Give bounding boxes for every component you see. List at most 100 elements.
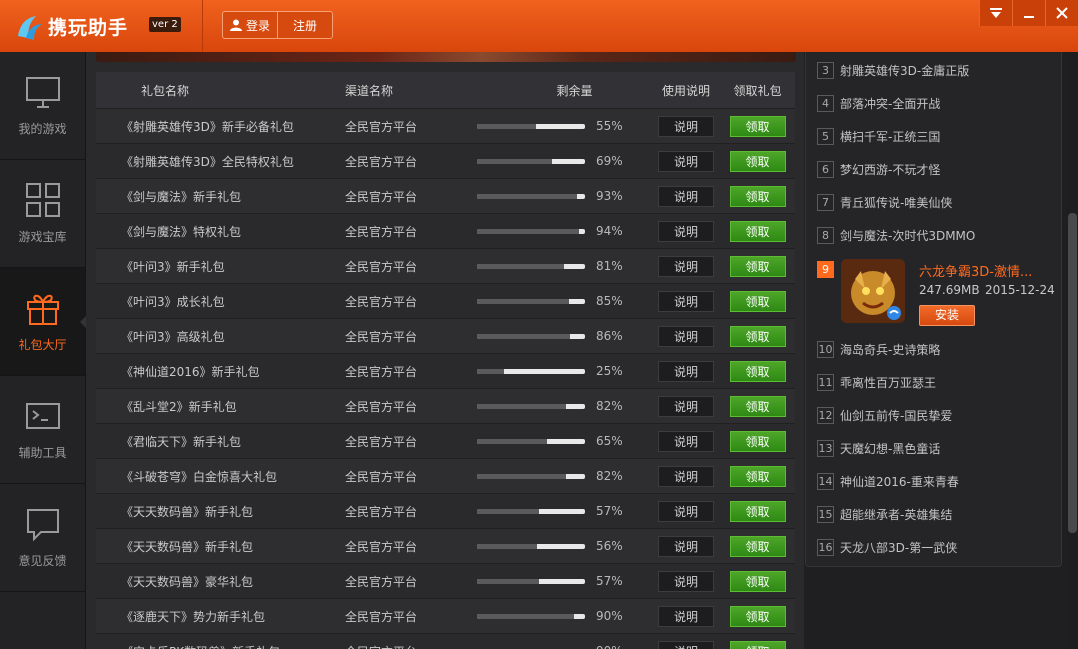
scrollbar-thumb[interactable]: [1068, 213, 1077, 533]
user-icon: [229, 19, 242, 31]
rank-list-item[interactable]: 7 青丘狐传说-唯美仙侠: [817, 194, 952, 211]
remaining-percent: 82%: [596, 469, 623, 483]
claim-button[interactable]: 领取: [729, 115, 786, 137]
game-thumbnail-icon[interactable]: [841, 259, 905, 323]
remaining-percent: 90%: [596, 644, 623, 649]
remaining-percent: 56%: [596, 539, 623, 553]
channel-name: 全民官方平台: [345, 539, 418, 554]
remaining-progress-bar: [477, 508, 585, 514]
instructions-button[interactable]: 说明: [658, 570, 714, 592]
table-row: 《宝卡乐PK数码兽》新手礼包全民官方平台 90% 说明 领取: [96, 633, 795, 649]
remaining-progress-bar: [477, 263, 585, 269]
remaining-progress-fill: [477, 613, 575, 619]
claim-button[interactable]: 领取: [729, 290, 786, 312]
remaining-percent: 65%: [596, 434, 623, 448]
menu-dropdown-button[interactable]: [979, 0, 1012, 26]
remaining-progress-fill: [477, 228, 579, 234]
claim-button[interactable]: 领取: [729, 220, 786, 242]
install-button[interactable]: 安装: [919, 305, 975, 326]
instructions-button[interactable]: 说明: [658, 605, 714, 627]
claim-button[interactable]: 领取: [729, 395, 786, 417]
remaining-cell: 65%: [467, 434, 652, 448]
instructions-button[interactable]: 说明: [658, 535, 714, 557]
login-button[interactable]: 登录: [223, 12, 277, 38]
remaining-percent: 25%: [596, 364, 623, 378]
rank-list-item[interactable]: 5 横扫千军-正统三国: [817, 128, 940, 145]
claim-button[interactable]: 领取: [729, 430, 786, 452]
claim-button[interactable]: 领取: [729, 640, 786, 649]
instructions-button[interactable]: 说明: [658, 220, 714, 242]
instructions-button[interactable]: 说明: [658, 360, 714, 382]
instructions-button[interactable]: 说明: [658, 500, 714, 522]
rank-list-item[interactable]: 12 仙剑五前传-国民挚爱: [817, 407, 952, 424]
table-row: 《剑与魔法》特权礼包 全民官方平台 94% 说明 领取: [96, 213, 795, 248]
register-button[interactable]: 注册: [277, 12, 332, 38]
claim-button[interactable]: 领取: [729, 465, 786, 487]
instructions-button[interactable]: 说明: [658, 115, 714, 137]
remaining-cell: 94%: [467, 224, 652, 238]
claim-button[interactable]: 领取: [729, 570, 786, 592]
remaining-percent: 90%: [596, 609, 623, 623]
sidebar-item-tools[interactable]: 辅助工具: [0, 376, 85, 484]
rank-list-item[interactable]: 8 剑与魔法-次时代3DMMO: [817, 227, 975, 244]
rank-game-name: 射雕英雄传3D-金庸正版: [840, 64, 970, 78]
sidebar: 我的游戏 游戏宝库 礼包大厅 辅助工具 意见反馈: [0, 52, 86, 649]
rank-list-item[interactable]: 13 天魔幻想-黑色童话: [817, 440, 940, 457]
rank-list-item[interactable]: 14 神仙道2016-重来青春: [817, 473, 959, 490]
rank-game-name: 神仙道2016-重来青春: [840, 475, 959, 489]
close-button[interactable]: [1045, 0, 1078, 26]
instructions-button[interactable]: 说明: [658, 325, 714, 347]
banner-image[interactable]: [96, 52, 796, 62]
claim-button[interactable]: 领取: [729, 325, 786, 347]
remaining-progress-bar: [477, 403, 585, 409]
sidebar-item-my-games[interactable]: 我的游戏: [0, 52, 85, 160]
app-logo-icon: [18, 16, 42, 40]
instructions-button[interactable]: 说明: [658, 640, 714, 649]
sidebar-item-gift-hall[interactable]: 礼包大厅: [0, 268, 86, 376]
instructions-button[interactable]: 说明: [658, 290, 714, 312]
rank-list-item[interactable]: 4 部落冲突-全面开战: [817, 95, 940, 112]
rank-list-item[interactable]: 6 梦幻西游-不玩才怪: [817, 161, 940, 178]
rank-list-item[interactable]: 15 超能继承者-英雄集结: [817, 506, 952, 523]
gift-name: 《君临天下》新手礼包: [121, 434, 242, 449]
claim-button[interactable]: 领取: [729, 500, 786, 522]
instructions-button[interactable]: 说明: [658, 185, 714, 207]
gift-name: 《射雕英雄传3D》新手必备礼包: [121, 119, 294, 134]
instructions-button[interactable]: 说明: [658, 150, 714, 172]
featured-game-name[interactable]: 六龙争霸3D-激情...: [919, 261, 1032, 280]
rank-game-name: 部落冲突-全面开战: [840, 97, 941, 111]
rank-number: 10: [817, 341, 834, 358]
claim-button[interactable]: 领取: [729, 255, 786, 277]
claim-button[interactable]: 领取: [729, 360, 786, 382]
claim-button[interactable]: 领取: [729, 150, 786, 172]
instructions-button[interactable]: 说明: [658, 395, 714, 417]
channel-name: 全民官方平台: [345, 224, 418, 239]
header-claim: 领取礼包: [733, 83, 782, 98]
rank-game-name: 天龙八部3D-第一武侠: [840, 541, 958, 555]
sidebar-item-game-library[interactable]: 游戏宝库: [0, 160, 85, 268]
claim-button[interactable]: 领取: [729, 185, 786, 207]
sidebar-item-feedback[interactable]: 意见反馈: [0, 484, 85, 592]
remaining-progress-fill: [477, 158, 552, 164]
remaining-progress-bar: [477, 228, 585, 234]
channel-name: 全民官方平台: [345, 469, 418, 484]
featured-game[interactable]: 9 六龙争霸3D-激情... 247.69MB 2015-12-24 安装: [817, 259, 1057, 329]
rank-list-item[interactable]: 11 乖离性百万亚瑟王: [817, 374, 936, 391]
table-row: 《乱斗堂2》新手礼包 全民官方平台 82% 说明 领取: [96, 388, 795, 423]
rank-number: 11: [817, 374, 834, 391]
claim-button[interactable]: 领取: [729, 535, 786, 557]
minimize-button[interactable]: [1012, 0, 1045, 26]
instructions-button[interactable]: 说明: [658, 255, 714, 277]
table-row: 《叶问3》新手礼包 全民官方平台 81% 说明 领取: [96, 248, 795, 283]
rank-list-item[interactable]: 3 射雕英雄传3D-金庸正版: [817, 62, 969, 79]
remaining-percent: 55%: [596, 119, 623, 133]
instructions-button[interactable]: 说明: [658, 465, 714, 487]
claim-button[interactable]: 领取: [729, 605, 786, 627]
auth-group: 登录 注册: [222, 11, 333, 39]
remaining-cell: 81%: [467, 259, 652, 273]
rank-list-item[interactable]: 10 海岛奇兵-史诗策略: [817, 341, 940, 358]
instructions-button[interactable]: 说明: [658, 430, 714, 452]
rank-list-item[interactable]: 16 天龙八部3D-第一武侠: [817, 539, 957, 556]
minimize-icon: [1024, 16, 1034, 18]
remaining-cell: 69%: [467, 154, 652, 168]
